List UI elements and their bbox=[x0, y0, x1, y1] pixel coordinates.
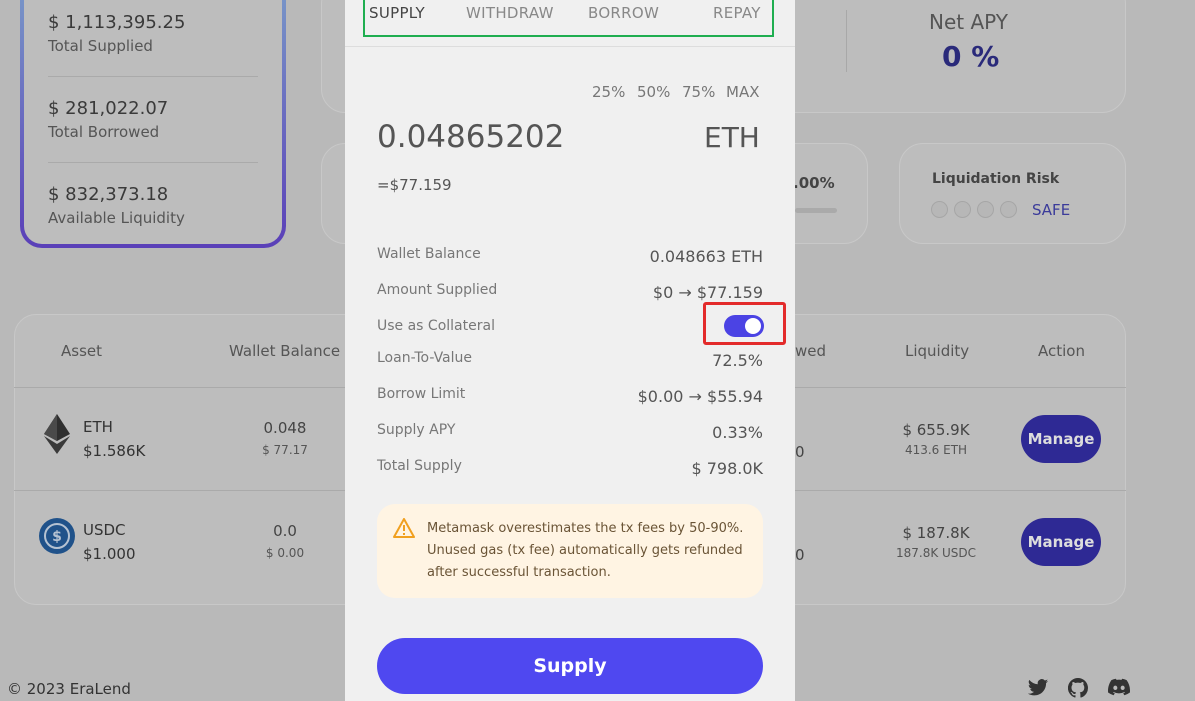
col-action-header: Action bbox=[1038, 342, 1085, 360]
available-liquidity-value: $ 832,373.18 bbox=[48, 184, 169, 205]
supply-apy-label: Supply APY bbox=[377, 422, 456, 438]
wallet-balance-label: Wallet Balance bbox=[377, 246, 481, 262]
total-supply-value: $ 798.0K bbox=[691, 459, 763, 478]
total-supply-label: Total Supply bbox=[377, 458, 462, 474]
github-icon[interactable] bbox=[1068, 678, 1090, 698]
liquidation-risk-card bbox=[899, 143, 1126, 244]
borrowed-value: 0 bbox=[795, 443, 805, 461]
manage-button[interactable]: Manage bbox=[1021, 518, 1101, 566]
liquidation-risk-title: Liquidation Risk bbox=[932, 171, 1060, 187]
quick-amount-max[interactable]: MAX bbox=[726, 83, 759, 101]
col-borrowed-header: wed bbox=[795, 342, 827, 360]
tabs-highlight-box bbox=[363, 0, 774, 37]
total-supplied-value: $ 1,113,395.25 bbox=[48, 12, 186, 33]
wallet-balance-usd: $ 77.17 bbox=[262, 443, 308, 457]
borrowed-value: 0 bbox=[795, 546, 805, 564]
tabs-divider bbox=[345, 46, 795, 47]
wallet-balance: 0.048 bbox=[263, 419, 307, 437]
total-borrowed-label: Total Borrowed bbox=[48, 123, 160, 141]
svg-text:$: $ bbox=[52, 529, 62, 545]
collateral-highlight-box bbox=[703, 302, 786, 345]
borrow-limit-bar bbox=[795, 208, 837, 213]
quick-amount-50[interactable]: 50% bbox=[637, 83, 670, 101]
supply-submit-button[interactable]: Supply bbox=[377, 638, 763, 694]
asset-name: ETH bbox=[83, 418, 113, 436]
footer-copyright: © 2023 EraLend bbox=[7, 680, 131, 698]
total-borrowed-value: $ 281,022.07 bbox=[48, 98, 169, 119]
token-symbol: ETH bbox=[704, 121, 760, 154]
wallet-balance-value: 0.048663 ETH bbox=[649, 247, 763, 266]
wallet-balance-usd: $ 0.00 bbox=[265, 546, 305, 560]
summary-divider bbox=[846, 10, 847, 72]
ltv-label: Loan-To-Value bbox=[377, 350, 473, 366]
col-liquidity-header: Liquidity bbox=[905, 342, 970, 360]
borrow-limit-label: Borrow Limit bbox=[377, 386, 466, 402]
risk-dot bbox=[931, 201, 948, 218]
discord-icon[interactable] bbox=[1108, 678, 1130, 698]
supply-apy-value: 0.33% bbox=[712, 423, 763, 442]
asset-price: $1.000 bbox=[83, 545, 136, 563]
eth-icon bbox=[44, 414, 70, 454]
risk-dot bbox=[1000, 201, 1017, 218]
market-overview-card: $ 1,113,395.25 Total Supplied $ 281,022.… bbox=[20, 0, 286, 248]
liquidation-risk-dots bbox=[931, 201, 1017, 218]
wallet-balance: 0.0 bbox=[273, 522, 297, 540]
net-apy-value: 0 % bbox=[942, 40, 1000, 73]
borrow-limit-percent: .00% bbox=[793, 174, 835, 192]
amount-input[interactable]: 0.04865202 bbox=[377, 119, 577, 155]
available-liquidity-label: Available Liquidity bbox=[48, 209, 185, 227]
net-apy-label: Net APY bbox=[929, 10, 1008, 34]
amount-supplied-value: $0 → $77.159 bbox=[652, 283, 763, 302]
manage-button[interactable]: Manage bbox=[1021, 415, 1101, 463]
gas-warning-box: Metamask overestimates the tx fees by 50… bbox=[377, 504, 763, 598]
quick-amount-25[interactable]: 25% bbox=[592, 83, 625, 101]
warning-icon bbox=[393, 518, 415, 538]
gas-warning-text: Metamask overestimates the tx fees by 50… bbox=[427, 521, 744, 580]
total-supplied-label: Total Supplied bbox=[48, 37, 153, 55]
amount-supplied-label: Amount Supplied bbox=[377, 282, 498, 298]
liquidity-sub: 187.8K USDC bbox=[895, 546, 977, 560]
borrow-limit-value: $0.00 → $55.94 bbox=[637, 387, 763, 406]
collateral-label: Use as Collateral bbox=[377, 318, 495, 334]
total-supplied-stat: $ 1,113,395.25 Total Supplied bbox=[48, 12, 258, 55]
stat-divider bbox=[48, 162, 258, 163]
col-wallet-balance-header: Wallet Balance bbox=[229, 342, 341, 360]
liquidity-sub: 413.6 ETH bbox=[904, 443, 968, 457]
liquidation-risk-status: SAFE bbox=[1032, 201, 1071, 219]
usdc-icon: $ bbox=[39, 518, 75, 554]
available-liquidity-stat: $ 832,373.18 Available Liquidity bbox=[48, 184, 258, 227]
risk-dot bbox=[977, 201, 994, 218]
twitter-icon[interactable] bbox=[1027, 678, 1049, 698]
stat-divider bbox=[48, 76, 258, 77]
total-borrowed-stat: $ 281,022.07 Total Borrowed bbox=[48, 98, 258, 141]
liquidity-value: $ 187.8K bbox=[902, 524, 970, 542]
quick-amount-75[interactable]: 75% bbox=[682, 83, 715, 101]
col-asset-header: Asset bbox=[61, 342, 103, 360]
asset-name: USDC bbox=[83, 521, 126, 539]
risk-dot bbox=[954, 201, 971, 218]
amount-usd-value: =$77.159 bbox=[377, 176, 452, 194]
liquidity-value: $ 655.9K bbox=[902, 421, 970, 439]
ltv-value: 72.5% bbox=[712, 351, 763, 370]
asset-price: $1.586K bbox=[83, 442, 146, 460]
